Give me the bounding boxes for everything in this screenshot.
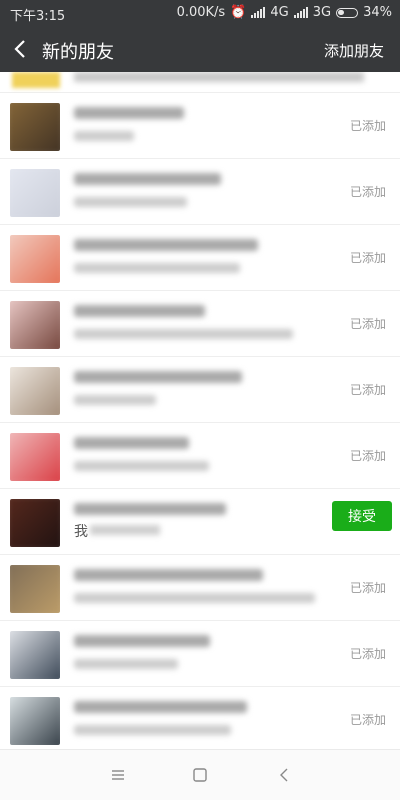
request-message-blurred bbox=[74, 197, 187, 207]
back-arrow-icon[interactable] bbox=[10, 37, 32, 61]
accept-button[interactable]: 接受 bbox=[332, 501, 392, 531]
request-message-blurred bbox=[74, 659, 178, 669]
avatar[interactable] bbox=[10, 235, 60, 283]
avatar[interactable] bbox=[10, 103, 60, 151]
list-item[interactable]: 已添加 bbox=[0, 555, 400, 621]
alarm-icon: ⏰ bbox=[230, 5, 247, 20]
avatar[interactable] bbox=[10, 499, 60, 547]
avatar-image bbox=[10, 697, 60, 745]
request-message: 我 bbox=[74, 524, 88, 540]
avatar[interactable] bbox=[10, 697, 60, 745]
avatar[interactable] bbox=[10, 301, 60, 349]
request-message-blurred bbox=[74, 395, 156, 405]
page-title: 新的朋友 bbox=[42, 42, 114, 63]
signal-icon-2 bbox=[293, 7, 308, 18]
contact-name-blurred bbox=[74, 107, 184, 119]
list-item[interactable]: 已添加 bbox=[0, 159, 400, 225]
status-indicators: 0.00K/s ⏰ 4G 3G 34% bbox=[177, 5, 392, 20]
added-status: 已添加 bbox=[349, 383, 386, 397]
contact-name-blurred bbox=[74, 503, 226, 515]
contact-name-blurred bbox=[74, 305, 205, 317]
contact-name-blurred bbox=[74, 701, 247, 713]
list-item[interactable]: 已添加 bbox=[0, 423, 400, 489]
avatar-image bbox=[10, 301, 60, 349]
home-icon[interactable] bbox=[190, 765, 210, 785]
signal-icon bbox=[251, 7, 266, 18]
avatar-image bbox=[10, 367, 60, 415]
added-status: 已添加 bbox=[349, 581, 386, 595]
added-status: 已添加 bbox=[349, 713, 386, 727]
contact-name-blurred bbox=[74, 635, 210, 647]
avatar-image bbox=[10, 103, 60, 151]
request-message-blurred bbox=[90, 525, 160, 535]
added-status: 已添加 bbox=[349, 185, 386, 199]
list-item[interactable]: 已添加 bbox=[0, 621, 400, 687]
avatar[interactable] bbox=[10, 433, 60, 481]
added-status: 已添加 bbox=[349, 317, 386, 331]
network-type-2: 3G bbox=[312, 5, 332, 20]
back-icon[interactable] bbox=[274, 765, 294, 785]
avatar-image bbox=[10, 631, 60, 679]
added-status: 已添加 bbox=[349, 119, 386, 133]
avatar-image bbox=[10, 235, 60, 283]
contact-name-blurred bbox=[74, 569, 263, 581]
list-item[interactable]: 已添加 bbox=[0, 93, 400, 159]
list-item[interactable]: 已添加 bbox=[0, 225, 400, 291]
avatar-image bbox=[10, 433, 60, 481]
request-message-blurred bbox=[74, 461, 209, 471]
contact-name-blurred bbox=[74, 437, 189, 449]
added-status: 已添加 bbox=[349, 647, 386, 661]
list-item[interactable]: 已添加 bbox=[0, 291, 400, 357]
system-nav-bar bbox=[0, 749, 400, 800]
added-status: 已添加 bbox=[349, 449, 386, 463]
new-friends-list[interactable]: 已添加 已添加 已添加 已添加 已添加 已添加我接受 已添加 已添加 已添加 bbox=[0, 72, 400, 750]
avatar[interactable] bbox=[10, 169, 60, 217]
list-item[interactable]: 已添加 bbox=[0, 357, 400, 423]
contact-name-blurred bbox=[74, 371, 242, 383]
status-time: 下午3:15 bbox=[10, 9, 66, 24]
status-bar: 下午3:15 0.00K/s ⏰ 4G 3G 34% bbox=[0, 0, 400, 26]
avatar[interactable] bbox=[10, 565, 60, 613]
list-item[interactable]: 已添加 bbox=[0, 687, 400, 750]
avatar[interactable] bbox=[10, 367, 60, 415]
avatar-image bbox=[10, 499, 60, 547]
title-bar: 新的朋友 添加朋友 bbox=[0, 26, 400, 72]
request-message-blurred bbox=[74, 131, 134, 141]
network-speed: 0.00K/s bbox=[176, 5, 226, 20]
request-message-blurred bbox=[74, 329, 293, 339]
added-status: 已添加 bbox=[349, 251, 386, 265]
request-message-blurred bbox=[74, 725, 231, 735]
battery-level: 34% bbox=[363, 5, 392, 20]
battery-icon bbox=[336, 7, 359, 18]
list-item-partial[interactable] bbox=[0, 72, 400, 93]
avatar-image bbox=[10, 565, 60, 613]
avatar[interactable] bbox=[10, 631, 60, 679]
menu-icon[interactable] bbox=[108, 765, 128, 785]
request-message-blurred bbox=[74, 263, 240, 273]
add-friend-button[interactable]: 添加朋友 bbox=[324, 40, 384, 61]
contact-name-blurred bbox=[74, 173, 221, 185]
contact-name-blurred bbox=[74, 239, 258, 251]
request-message-blurred bbox=[74, 72, 364, 82]
list-item[interactable]: 我 接受 bbox=[0, 489, 400, 555]
request-message-blurred bbox=[74, 593, 315, 603]
avatar bbox=[12, 72, 60, 88]
network-type-1: 4G bbox=[270, 5, 289, 20]
avatar-image bbox=[10, 169, 60, 217]
